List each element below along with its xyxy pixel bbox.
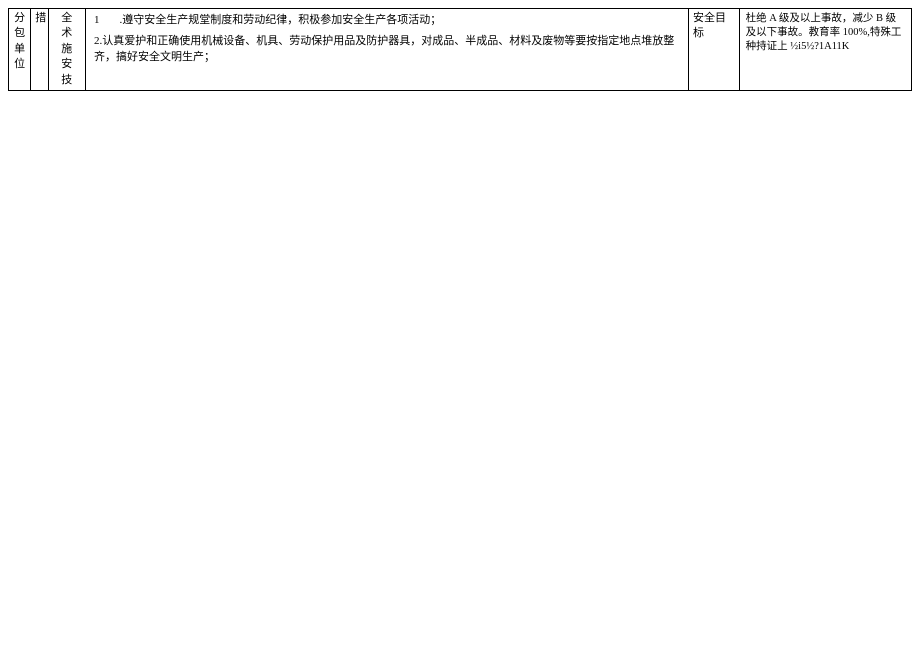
- measure-item-1: 1 .遵守安全生产规堂制度和劳动纪律，积极参加安全生产各项活动；: [94, 13, 680, 28]
- table-row: 分 包 单 位 措 全 术 施 安 技 1 .遵守安全生产规堂制度和劳动纪律，积极…: [9, 9, 912, 91]
- safety-table: 分 包 单 位 措 全 术 施 安 技 1 .遵守安全生产规堂制度和劳动纪律，积极…: [8, 8, 912, 91]
- measure-item-2: 2.认真爱护和正确使用机械设备、机具、劳动保护用品及防护器具，对成品、半成品、材…: [94, 34, 680, 65]
- measure-1-number: 1: [94, 13, 100, 28]
- measure-1-text: .遵守安全生产规堂制度和劳动纪律，积极参加安全生产各项活动；: [119, 14, 441, 26]
- cell-measures: 1 .遵守安全生产规堂制度和劳动纪律，积极参加安全生产各项活动； 2.认真爱护和正…: [85, 9, 688, 91]
- cell-unit: 分 包 单 位: [9, 9, 31, 91]
- cell-tech: 全 术 施 安 技: [48, 9, 85, 91]
- cell-cuo: 措: [31, 9, 48, 91]
- cell-target-label: 安全目标: [688, 9, 739, 91]
- cell-target-content: 杜绝 A 级及以上事故，减少 B 级及以下事故。教育率 100%,特殊工种持证上…: [739, 9, 911, 91]
